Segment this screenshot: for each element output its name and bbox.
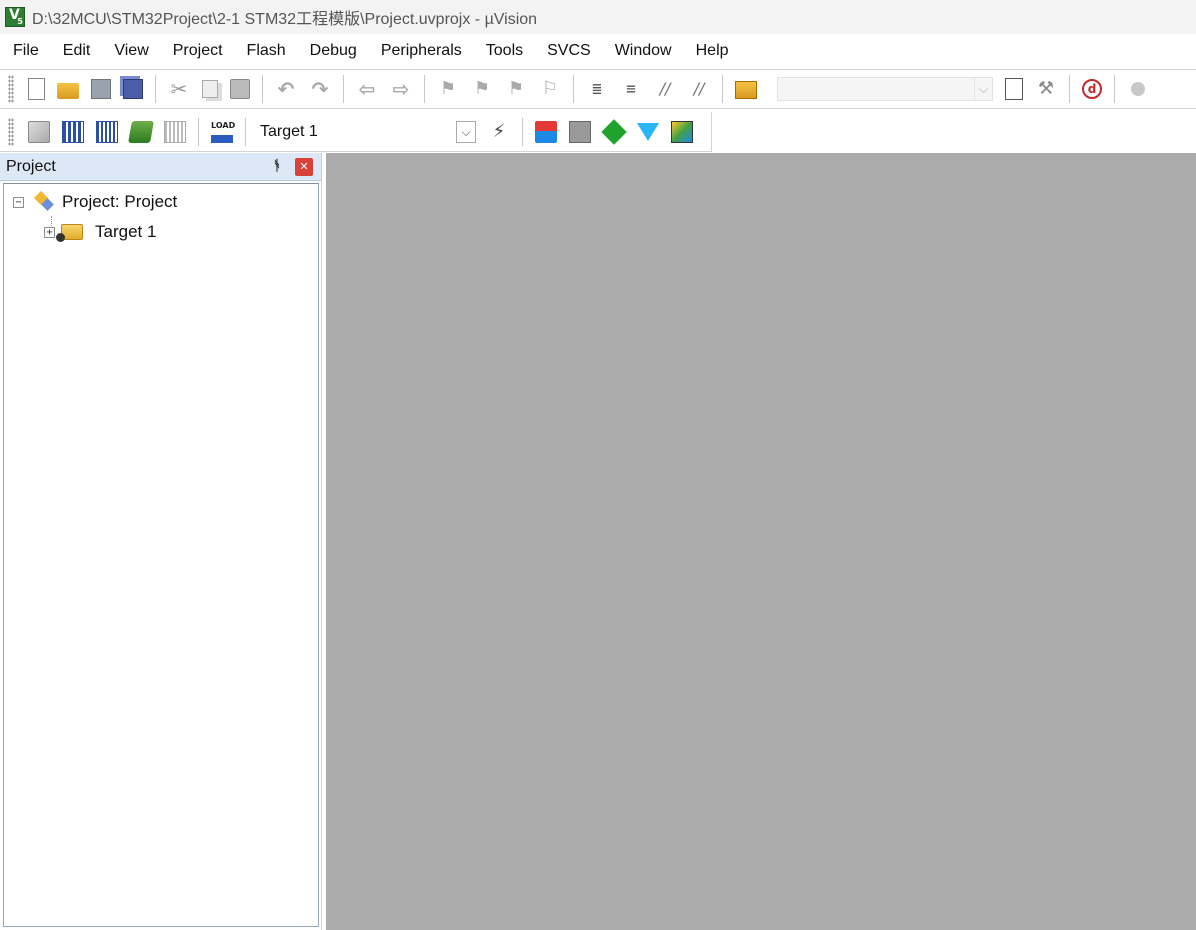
menu-window[interactable]: Window — [602, 34, 683, 67]
uvision-app-icon[interactable] — [5, 7, 25, 27]
redo-icon[interactable]: ↷ — [309, 78, 331, 100]
select-software-packs-icon[interactable] — [601, 118, 627, 145]
new-file-icon[interactable] — [28, 78, 45, 100]
tree-item-label: Target 1 — [95, 222, 157, 241]
bookmark-prev-icon[interactable]: ⚑ — [471, 78, 493, 100]
incremental-find-icon[interactable] — [1005, 78, 1023, 100]
pin-icon[interactable]: ᚬ — [270, 158, 284, 176]
menu-peripherals[interactable]: Peripherals — [368, 34, 473, 67]
build-icon[interactable] — [62, 120, 84, 143]
manage-run-time-environment-icon[interactable] — [637, 122, 659, 141]
menu-project[interactable]: Project — [160, 34, 234, 67]
menu-svcs[interactable]: SVCS — [534, 34, 602, 67]
toolbar-separator — [262, 75, 263, 103]
toolbar-separator — [1069, 75, 1070, 103]
bookmark-toggle-icon[interactable]: ⚑ — [437, 78, 459, 100]
find-in-files-icon[interactable] — [735, 81, 757, 99]
toolbar-separator — [522, 117, 523, 146]
manage-multi-project-icon[interactable] — [569, 120, 591, 143]
toolbar-separator — [343, 75, 344, 103]
stop-build-icon[interactable] — [164, 120, 186, 143]
debug-session-icon[interactable]: d — [1082, 79, 1102, 99]
toolbar-grip[interactable] — [8, 117, 14, 146]
target-folder-icon — [56, 224, 83, 242]
open-folder-icon[interactable] — [57, 83, 79, 99]
menu-tools[interactable]: Tools — [473, 34, 534, 67]
tree-item-project-root[interactable]: − Project: Project — [13, 190, 177, 214]
window-title: D:\32MCU\STM32Project\2-1 STM32工程模版\Proj… — [32, 11, 538, 28]
menu-debug[interactable]: Debug — [297, 34, 368, 67]
save-all-icon[interactable] — [123, 79, 143, 99]
project-panel: Project ᚬ ✕ − Project: Project + Target … — [0, 153, 322, 930]
toolbar-grip[interactable] — [8, 75, 14, 103]
navigate-forward-icon[interactable]: ⇨ — [390, 78, 412, 100]
rebuild-icon[interactable] — [96, 120, 118, 143]
navigate-back-icon[interactable]: ⇦ — [356, 78, 378, 100]
uncomment-icon[interactable]: // — [688, 78, 710, 100]
title-bar: D:\32MCU\STM32Project\2-1 STM32工程模版\Proj… — [0, 0, 1196, 34]
chevron-down-icon[interactable]: ⌵ — [974, 78, 992, 100]
download-load-icon[interactable]: LOAD — [211, 121, 235, 143]
menu-view[interactable]: View — [101, 34, 159, 67]
menu-help[interactable]: Help — [683, 34, 740, 67]
menu-flash[interactable]: Flash — [234, 34, 297, 67]
find-combo[interactable]: ⌵ — [777, 77, 993, 101]
toolbar-separator — [1114, 75, 1115, 103]
batch-build-icon[interactable] — [128, 120, 154, 143]
build-toolbar: LOAD Target 1 ⌵ ⚡ — [0, 112, 712, 152]
collapse-icon[interactable]: − — [13, 196, 24, 208]
undo-icon[interactable]: ↶ — [275, 78, 297, 100]
project-icon — [32, 191, 56, 213]
manage-project-items-icon[interactable] — [535, 120, 557, 143]
toolbar-separator — [722, 75, 723, 103]
target-options-wand-icon[interactable]: ⚡ — [488, 121, 510, 143]
translate-icon[interactable] — [28, 120, 50, 143]
chevron-down-icon[interactable]: ⌵ — [456, 120, 476, 143]
project-tree: − Project: Project + Target 1 — [3, 183, 319, 927]
tree-item-label: Project: Project — [62, 192, 178, 211]
unindent-icon[interactable]: ≡ — [620, 78, 642, 100]
cut-icon[interactable]: ✂ — [168, 78, 190, 100]
target-select-value[interactable]: Target 1 — [260, 123, 456, 141]
copy-icon[interactable] — [202, 80, 218, 98]
expand-icon[interactable]: + — [44, 226, 55, 238]
toolbar-separator — [245, 117, 246, 146]
toolbar-separator — [198, 117, 199, 146]
toolbar-separator — [155, 75, 156, 103]
toolbar-separator — [573, 75, 574, 103]
toolbar-separator — [424, 75, 425, 103]
tree-item-target[interactable]: + Target 1 — [44, 220, 156, 244]
close-icon[interactable]: ✕ — [295, 158, 313, 176]
file-toolbar: ✂ ↶ ↷ ⇦ ⇨ ⚑ ⚑ ⚑ ⚐ ≣ ≡ // // ⌵ ⚒ d — [0, 69, 1196, 109]
menu-bar: File Edit View Project Flash Debug Perip… — [0, 34, 1196, 67]
breakpoint-icon[interactable] — [1131, 82, 1145, 96]
comment-icon[interactable]: // — [654, 78, 676, 100]
project-panel-title: Project — [6, 157, 56, 175]
bookmark-next-icon[interactable]: ⚑ — [505, 78, 527, 100]
menu-file[interactable]: File — [0, 34, 50, 67]
menu-edit[interactable]: Edit — [50, 34, 102, 67]
indent-icon[interactable]: ≣ — [586, 78, 608, 100]
source-browser-icon[interactable]: ⚒ — [1035, 78, 1057, 100]
editor-area[interactable] — [326, 153, 1196, 930]
paste-icon[interactable] — [230, 79, 250, 99]
pack-installer-icon[interactable] — [671, 120, 693, 143]
bookmark-clear-icon[interactable]: ⚐ — [539, 78, 561, 100]
save-icon[interactable] — [91, 79, 111, 99]
project-panel-header: Project ᚬ ✕ — [0, 153, 321, 181]
